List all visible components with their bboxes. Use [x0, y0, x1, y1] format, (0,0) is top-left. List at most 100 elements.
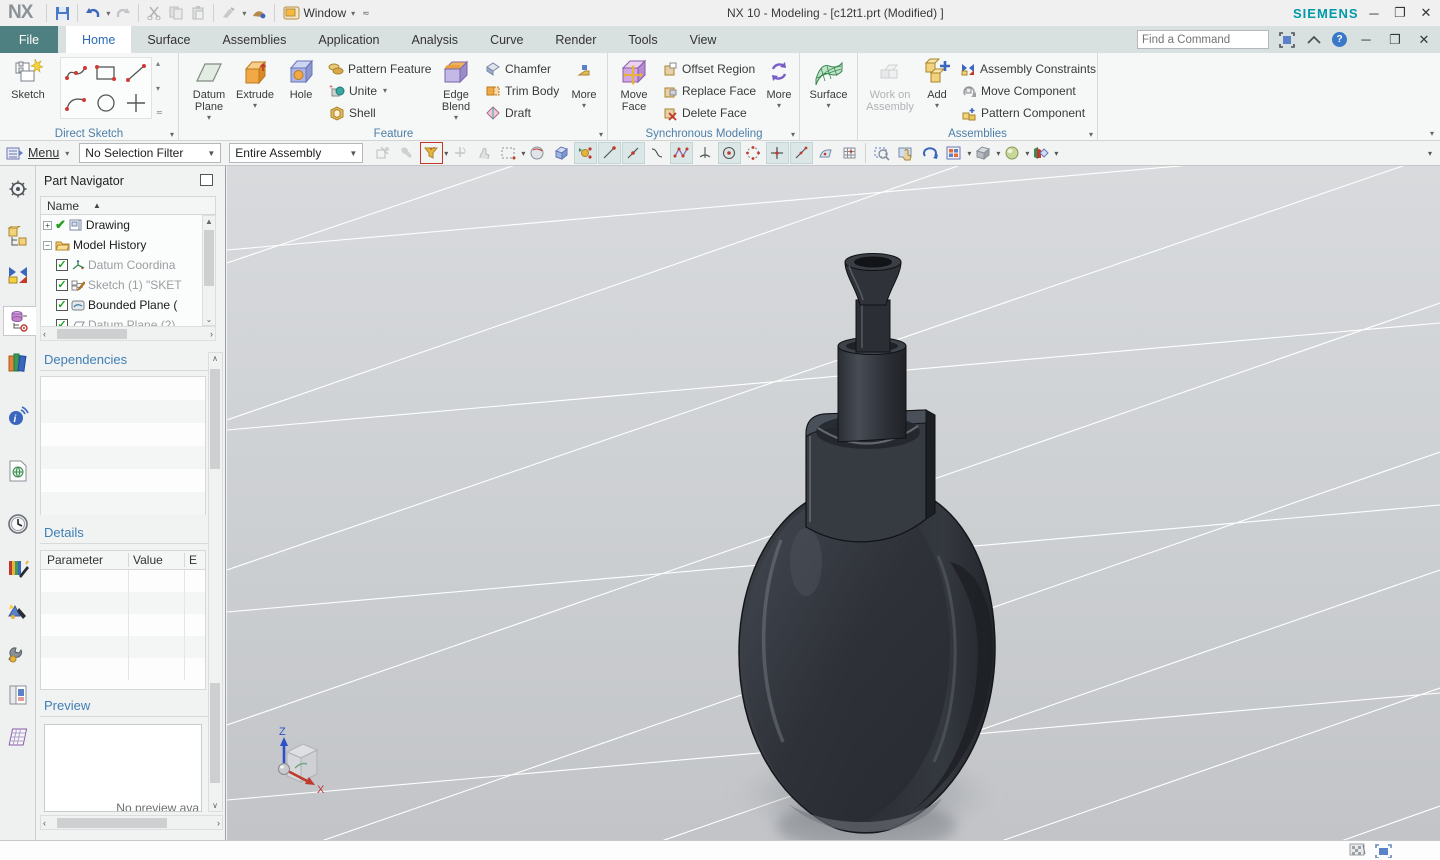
chamfer-button[interactable]: Chamfer	[480, 58, 564, 79]
replace-face-button[interactable]: Replace Face	[657, 80, 761, 101]
scroll-thumb[interactable]	[57, 818, 167, 828]
close-window-button[interactable]: ✕	[1414, 30, 1434, 50]
move-component-button[interactable]: Move Component	[956, 80, 1090, 101]
part-navigator-icon[interactable]	[3, 306, 36, 336]
offset-region-button[interactable]: Offset Region	[657, 58, 761, 79]
tab-render[interactable]: Render	[539, 26, 612, 53]
roller-gear-icon[interactable]	[3, 174, 33, 204]
web-browser-icon[interactable]	[3, 456, 33, 486]
checkbox-checked[interactable]: ✓	[56, 319, 68, 326]
visual-compare-button[interactable]	[1030, 142, 1053, 164]
marquee-dropdown-arrow[interactable]: ▾	[521, 149, 525, 158]
tab-surface[interactable]: Surface	[131, 26, 206, 53]
rotate-view-button[interactable]	[919, 142, 942, 164]
gallery-scroll-arrows[interactable]: ▴ ▾ ≂	[152, 55, 165, 117]
full-screen-icon[interactable]	[1278, 31, 1296, 49]
extrude-dropdown[interactable]: ▾	[251, 101, 259, 110]
point-icon[interactable]	[121, 88, 151, 118]
scroll-down-arrow[interactable]: ⌄	[203, 315, 215, 324]
filter-dropdown-arrow[interactable]: ▾	[444, 149, 448, 158]
menu-button[interactable]: Menu ▾	[0, 146, 79, 161]
assembly-navigator-icon[interactable]	[3, 222, 33, 252]
preview-header[interactable]: Preview	[44, 698, 90, 713]
point-on-curve-toggle[interactable]	[646, 142, 669, 164]
graphics-viewport[interactable]: Z X	[227, 166, 1440, 840]
background-button[interactable]	[1001, 142, 1024, 164]
panel-window-icon[interactable]	[200, 174, 213, 186]
pan-button[interactable]	[895, 142, 918, 164]
studio-spline-icon[interactable]	[61, 58, 91, 88]
gallery-down-arrow[interactable]: ▾	[156, 84, 163, 93]
wizards-icon[interactable]	[3, 638, 33, 668]
add-component-button[interactable]: Add ▾	[918, 55, 956, 121]
checkbox-checked[interactable]: ✓	[56, 279, 68, 291]
scroll-up-arrow[interactable]: ∧	[209, 354, 221, 363]
rectangle-select-button[interactable]	[497, 142, 520, 164]
tree-row-datum-csys[interactable]: ✓ Datum Coordina	[41, 255, 202, 275]
tab-view[interactable]: View	[674, 26, 733, 53]
tree-row-datum-plane[interactable]: ✓ Datum Plane (2)	[41, 315, 202, 326]
minimize-button[interactable]: ─	[1364, 3, 1384, 23]
tab-home[interactable]: Home	[66, 26, 132, 53]
tab-tools[interactable]: Tools	[612, 26, 673, 53]
snap-options-button[interactable]	[449, 142, 472, 164]
name-column-header[interactable]: Name ▲	[40, 196, 216, 215]
scroll-right-arrow[interactable]: ›	[217, 818, 220, 828]
line-icon[interactable]	[121, 58, 151, 88]
restore-button[interactable]: ❐	[1390, 3, 1410, 23]
fit-dropdown-arrow[interactable]: ▾	[967, 149, 971, 158]
draft-button[interactable]: Draft	[480, 102, 564, 123]
tab-assemblies[interactable]: Assemblies	[206, 26, 302, 53]
details-header[interactable]: Details	[44, 525, 84, 540]
window-menu[interactable]: Window ▾ ≂	[279, 6, 375, 20]
close-button[interactable]: ✕	[1416, 3, 1436, 23]
scroll-left-arrow[interactable]: ‹	[43, 329, 46, 339]
redo-button[interactable]	[112, 2, 134, 24]
find-command-box[interactable]	[1137, 30, 1300, 49]
solid-cube-button[interactable]	[550, 142, 573, 164]
triad-origin-sphere[interactable]	[278, 763, 290, 775]
panel-vertical-scrollbar[interactable]: ∧ ∨	[208, 352, 223, 812]
scroll-thumb[interactable]	[204, 230, 214, 286]
scroll-right-arrow[interactable]: ›	[210, 329, 213, 339]
panel-horizontal-scrollbar[interactable]: ‹ ›	[40, 815, 223, 830]
edge-blend-dropdown[interactable]: ▾	[452, 113, 460, 122]
sketch-button[interactable]: Sketch	[0, 55, 56, 121]
selection-filter-combo[interactable]: No Selection Filter ▼	[79, 143, 222, 163]
shaded-sphere-button[interactable]	[526, 142, 549, 164]
hole-button[interactable]: Hole	[278, 55, 324, 121]
details-table-header[interactable]: Parameter Value E	[41, 551, 205, 570]
help-icon[interactable]: ?	[1332, 32, 1347, 47]
selection-scope-combo[interactable]: Entire Assembly ▼	[229, 143, 364, 163]
system-visualization-icon[interactable]	[3, 596, 33, 626]
shell-button[interactable]: Shell	[324, 102, 432, 123]
fit-view-button[interactable]	[943, 142, 966, 164]
save-button[interactable]	[51, 2, 73, 24]
general-selection-filter-button[interactable]	[419, 142, 443, 164]
viewport-canvas[interactable]: Z X	[227, 166, 1440, 840]
trim-body-button[interactable]: Trim Body	[480, 80, 564, 101]
face-snap-toggle[interactable]	[814, 142, 837, 164]
surface-button[interactable]: Surface ▾	[803, 55, 855, 121]
expand-icon[interactable]: +	[43, 220, 52, 230]
undo-dropdown-arrow[interactable]: ▾	[104, 9, 112, 18]
restore-window-button[interactable]: ❐	[1385, 30, 1405, 50]
minimize-window-button[interactable]: ─	[1356, 30, 1376, 50]
constraint-navigator-icon[interactable]	[3, 260, 33, 290]
tab-analysis[interactable]: Analysis	[396, 26, 475, 53]
group-dialog-arrow[interactable]: ▾	[791, 130, 795, 139]
group-dialog-arrow[interactable]: ▾	[1089, 130, 1093, 139]
rectangle-icon[interactable]	[91, 58, 121, 88]
touch-mode-button[interactable]	[248, 2, 270, 24]
templates-icon[interactable]	[3, 722, 33, 752]
tree-horizontal-scrollbar[interactable]: ‹ ›	[40, 326, 216, 341]
scroll-thumb[interactable]	[57, 329, 127, 339]
move-face-button[interactable]: Move Face	[611, 55, 657, 121]
selection-bar-options-arrow[interactable]: ▾	[1428, 149, 1432, 158]
tree-row-model-history[interactable]: − Model History	[41, 235, 202, 255]
group-dialog-arrow[interactable]: ▾	[170, 130, 174, 139]
pattern-feature-button[interactable]: Pattern Feature	[324, 58, 432, 79]
scroll-thumb[interactable]	[210, 369, 220, 469]
tree-row-bounded-plane[interactable]: ✓ Bounded Plane (	[41, 295, 202, 315]
midpoint-snap-toggle[interactable]	[621, 142, 645, 164]
